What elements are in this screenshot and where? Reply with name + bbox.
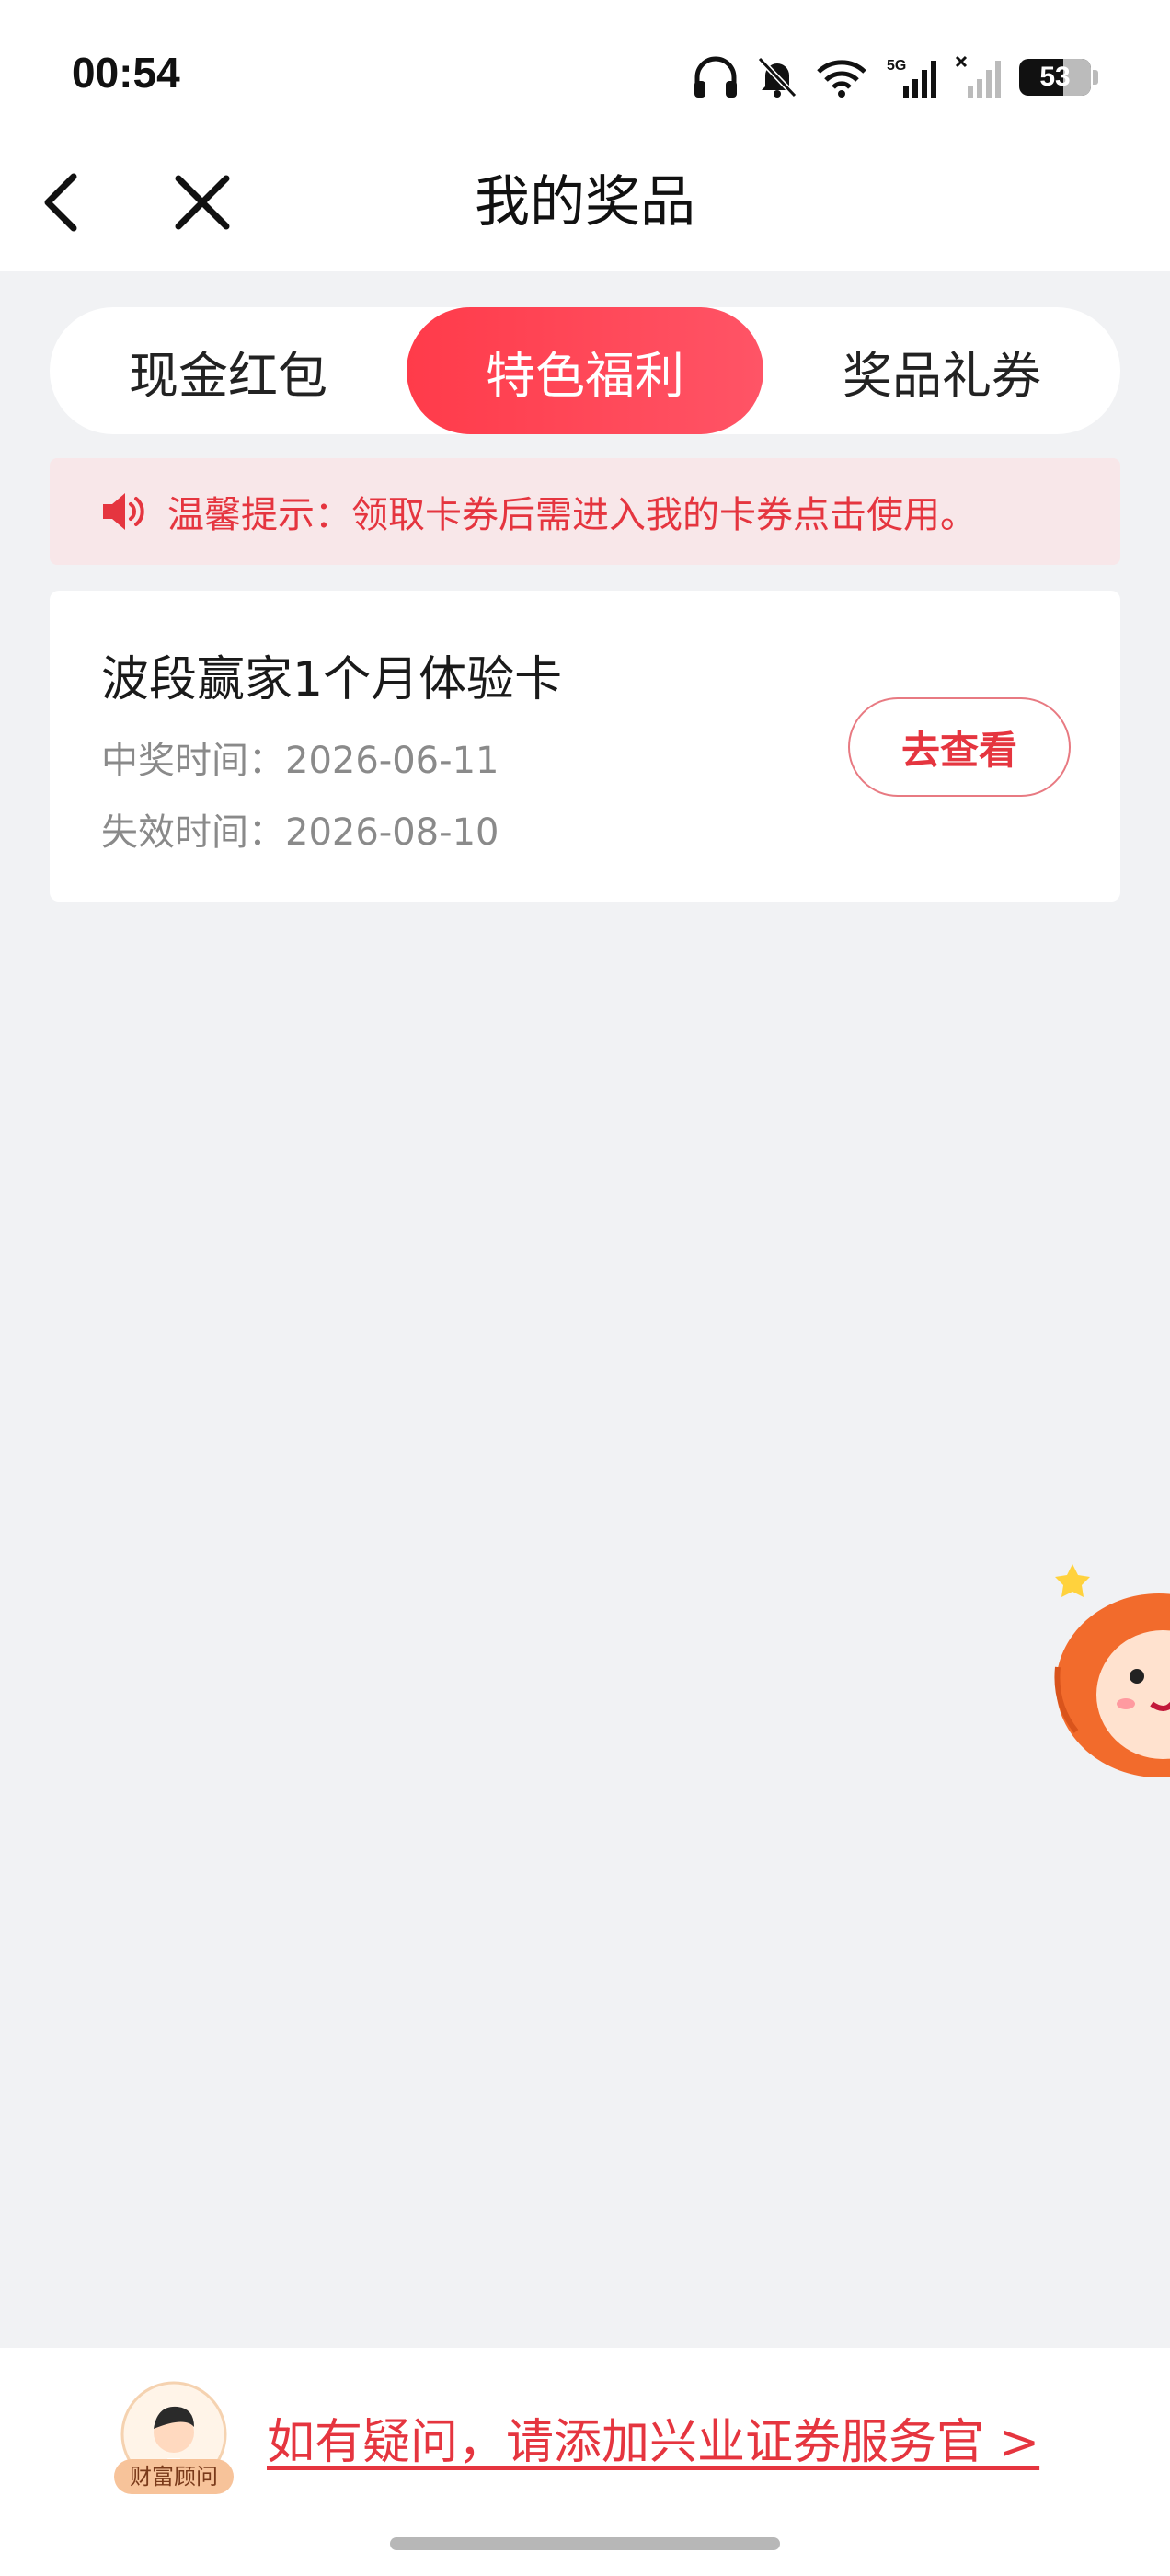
- status-time: 00:54: [72, 49, 180, 97]
- contact-service-link[interactable]: 如有疑问，请添加兴业证券服务官 >: [267, 2403, 1039, 2472]
- win-time-label: 中奖时间：: [101, 740, 285, 782]
- tab-cash-red-packet[interactable]: 现金红包: [50, 307, 407, 434]
- tab-prize-coupons[interactable]: 奖品礼券: [763, 307, 1120, 434]
- home-indicator[interactable]: [390, 2537, 780, 2550]
- battery-icon: 53: [1019, 59, 1098, 96]
- headphones-icon: [694, 56, 737, 98]
- bell-muted-icon: [757, 56, 797, 98]
- expire-time-value: 2026-08-10: [285, 811, 499, 854]
- status-bar: 00:54 5G 53: [0, 0, 1170, 152]
- expire-time-row: 失效时间：2026-08-10: [101, 802, 499, 856]
- speaker-icon: [103, 493, 144, 530]
- expire-time-label: 失效时间：: [101, 811, 285, 854]
- view-button[interactable]: 去查看: [848, 697, 1071, 797]
- svg-text:5G: 5G: [887, 58, 906, 74]
- back-button[interactable]: [33, 166, 88, 239]
- status-icons: 5G 53: [692, 50, 1098, 105]
- prize-card: 波段赢家1个月体验卡 中奖时间：2026-06-11 失效时间：2026-08-…: [50, 591, 1120, 902]
- signal-no-sim-icon: [955, 55, 1001, 98]
- close-button[interactable]: [166, 166, 239, 239]
- win-time-row: 中奖时间：2026-06-11: [101, 730, 499, 784]
- win-time-value: 2026-06-11: [285, 740, 499, 782]
- signal-5g-icon: 5G: [887, 58, 936, 98]
- prize-title: 波段赢家1个月体验卡: [101, 652, 563, 707]
- chevron-left-icon: [44, 173, 77, 232]
- notice-text: 温馨提示：领取卡券后需进入我的卡券点击使用。: [167, 494, 977, 536]
- battery-level: 53: [1039, 62, 1071, 92]
- advisor-badge: 财富顾问: [114, 2459, 234, 2494]
- wifi-icon: [817, 60, 866, 98]
- notice-banner: 温馨提示：领取卡券后需进入我的卡券点击使用。: [50, 458, 1120, 565]
- prize-tabs: 现金红包 特色福利 奖品礼券: [50, 307, 1120, 434]
- close-icon: [175, 175, 230, 230]
- mascot-float-icon[interactable]: [1049, 1557, 1170, 1777]
- tab-special-benefits[interactable]: 特色福利: [407, 307, 763, 434]
